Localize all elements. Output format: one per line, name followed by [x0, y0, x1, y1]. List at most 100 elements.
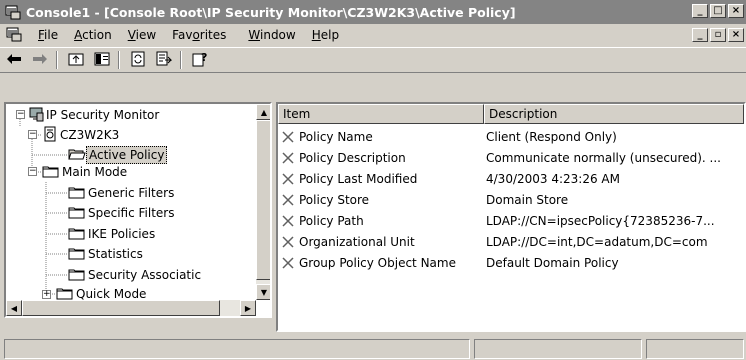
- tree-horizontal-scrollbar[interactable]: ◀ ▶: [6, 300, 256, 316]
- forward-arrow-icon: [32, 53, 48, 68]
- export-list-button[interactable]: [152, 49, 176, 71]
- status-panel-secondary: [474, 339, 642, 359]
- scroll-thumb[interactable]: [22, 300, 220, 316]
- menu-favorites-pre: Fav: [172, 28, 193, 42]
- menu-window-mnemonic: W: [248, 28, 260, 42]
- up-folder-icon: [68, 51, 84, 70]
- menu-help-rest: elp: [320, 28, 340, 42]
- menu-file[interactable]: File: [30, 28, 66, 42]
- title-bar[interactable]: Console1 - [Console Root\IP Security Mon…: [0, 0, 746, 24]
- row-description: LDAP://DC=int,DC=adatum,DC=com: [486, 234, 708, 249]
- refresh-button[interactable]: [126, 49, 150, 71]
- scroll-right-button[interactable]: ▶: [240, 300, 256, 316]
- child-restore-button[interactable]: ▫: [710, 28, 726, 42]
- tree-node-label: IKE Policies: [88, 227, 156, 241]
- up-one-level-button[interactable]: [64, 49, 88, 71]
- status-panel-tertiary: [646, 339, 744, 359]
- tree-node-label: Main Mode: [62, 165, 128, 179]
- column-header-item[interactable]: Item: [278, 104, 484, 124]
- tree-vertical-scrollbar[interactable]: ▲ ▼: [256, 104, 270, 300]
- menu-help-mnemonic: H: [311, 28, 321, 42]
- menu-view[interactable]: View: [120, 28, 164, 42]
- list-row[interactable]: Policy Path LDAP://CN=ipsecPolicy{723852…: [278, 210, 744, 231]
- menu-bar: File Action View Favorites Window Help _…: [0, 24, 746, 46]
- tree-node-label: Security Associatic: [88, 268, 202, 282]
- menu-window-rest: indow: [260, 28, 296, 42]
- status-bar: [0, 336, 746, 360]
- toolbar-separator: [118, 51, 120, 69]
- row-description: Client (Respond Only): [486, 129, 617, 144]
- show-hide-tree-icon: [94, 51, 110, 70]
- minimize-button[interactable]: _: [692, 4, 708, 18]
- toolbar-separator: [56, 51, 58, 69]
- x-icon: [280, 171, 296, 187]
- tree-node-label: CZ3W2K3: [60, 128, 120, 142]
- tree-node-ip-security-monitor[interactable]: IP Security Monitor: [28, 105, 161, 125]
- tree-node-main-mode[interactable]: Main Mode: [42, 162, 129, 182]
- x-icon: [280, 129, 296, 145]
- svg-text:?: ?: [201, 51, 207, 64]
- details-list[interactable]: Item Description Policy Name Client (Res…: [276, 102, 746, 332]
- tree-node-security-associations[interactable]: Security Associatic: [68, 265, 203, 285]
- tree-node-generic-filters[interactable]: Generic Filters: [68, 183, 176, 203]
- tree-node-cz3w2k3[interactable]: CZ3W2K3: [42, 125, 121, 145]
- export-list-icon: [156, 51, 173, 70]
- row-item: Policy Store: [299, 192, 370, 207]
- row-item: Policy Name: [299, 129, 373, 144]
- back-arrow-icon: [6, 53, 22, 68]
- tree-node-label: Specific Filters: [88, 206, 175, 220]
- help-button[interactable]: ?: [188, 49, 212, 71]
- maximize-button[interactable]: □: [710, 4, 726, 18]
- folder-icon: [68, 225, 86, 244]
- folder-icon: [68, 184, 86, 203]
- list-row[interactable]: Group Policy Object Name Default Domain …: [278, 252, 744, 273]
- tree-node-label: Generic Filters: [88, 186, 175, 200]
- row-description: 4/30/2003 4:23:26 AM: [486, 171, 620, 186]
- menu-action-mnemonic: A: [74, 28, 83, 42]
- list-row[interactable]: Policy Last Modified 4/30/2003 4:23:26 A…: [278, 168, 744, 189]
- folder-icon: [68, 245, 86, 264]
- list-row[interactable]: Policy Description Communicate normally …: [278, 147, 744, 168]
- row-item: Policy Path: [299, 213, 364, 228]
- scroll-up-button[interactable]: ▲: [256, 104, 270, 120]
- menu-action-rest: ction: [82, 28, 112, 42]
- mdi-child-icon[interactable]: [6, 26, 24, 44]
- tree-node-specific-filters[interactable]: Specific Filters: [68, 203, 177, 223]
- show-hide-tree-button[interactable]: [90, 49, 114, 71]
- menu-action[interactable]: Action: [66, 28, 120, 42]
- mmc-console-icon[interactable]: [4, 3, 22, 21]
- tree-expander[interactable]: −: [16, 110, 25, 119]
- back-button[interactable]: [2, 49, 26, 71]
- tree-expander[interactable]: −: [28, 167, 37, 176]
- scroll-down-button[interactable]: ▼: [256, 284, 270, 300]
- computer-icon: [42, 126, 58, 145]
- scroll-thumb[interactable]: [256, 120, 270, 280]
- tree-expander[interactable]: −: [28, 130, 37, 139]
- row-item: Organizational Unit: [299, 234, 415, 249]
- menu-favorites-rest: rites: [199, 28, 227, 42]
- forward-button[interactable]: [28, 49, 52, 71]
- list-row[interactable]: Policy Store Domain Store: [278, 189, 744, 210]
- list-row[interactable]: Organizational Unit LDAP://DC=int,DC=ada…: [278, 231, 744, 252]
- window-title: Console1 - [Console Root\IP Security Mon…: [26, 4, 516, 20]
- tree-node-ike-policies[interactable]: IKE Policies: [68, 224, 157, 244]
- tree-node-statistics[interactable]: Statistics: [68, 244, 145, 264]
- menu-favorites[interactable]: Favorites: [164, 28, 234, 42]
- list-row[interactable]: Policy Name Client (Respond Only): [278, 126, 744, 147]
- child-close-button[interactable]: ×: [728, 28, 744, 42]
- console-tree[interactable]: − IP Security Monitor − CZ3W2K3 Active P…: [4, 102, 272, 318]
- x-icon: [280, 213, 296, 229]
- menu-window[interactable]: Window: [240, 28, 303, 42]
- menu-file-rest: ile: [44, 28, 59, 42]
- folder-icon: [68, 204, 86, 223]
- column-header-description[interactable]: Description: [484, 104, 744, 124]
- toolbar-separator: [180, 51, 182, 69]
- child-minimize-button[interactable]: _: [692, 28, 708, 42]
- close-button[interactable]: ×: [728, 4, 744, 18]
- scroll-left-button[interactable]: ◀: [6, 300, 22, 316]
- tree-expander[interactable]: +: [42, 290, 51, 299]
- menu-view-rest: iew: [135, 28, 157, 42]
- menu-help[interactable]: Help: [304, 28, 347, 42]
- x-icon: [280, 192, 296, 208]
- list-header: Item Description: [278, 104, 744, 124]
